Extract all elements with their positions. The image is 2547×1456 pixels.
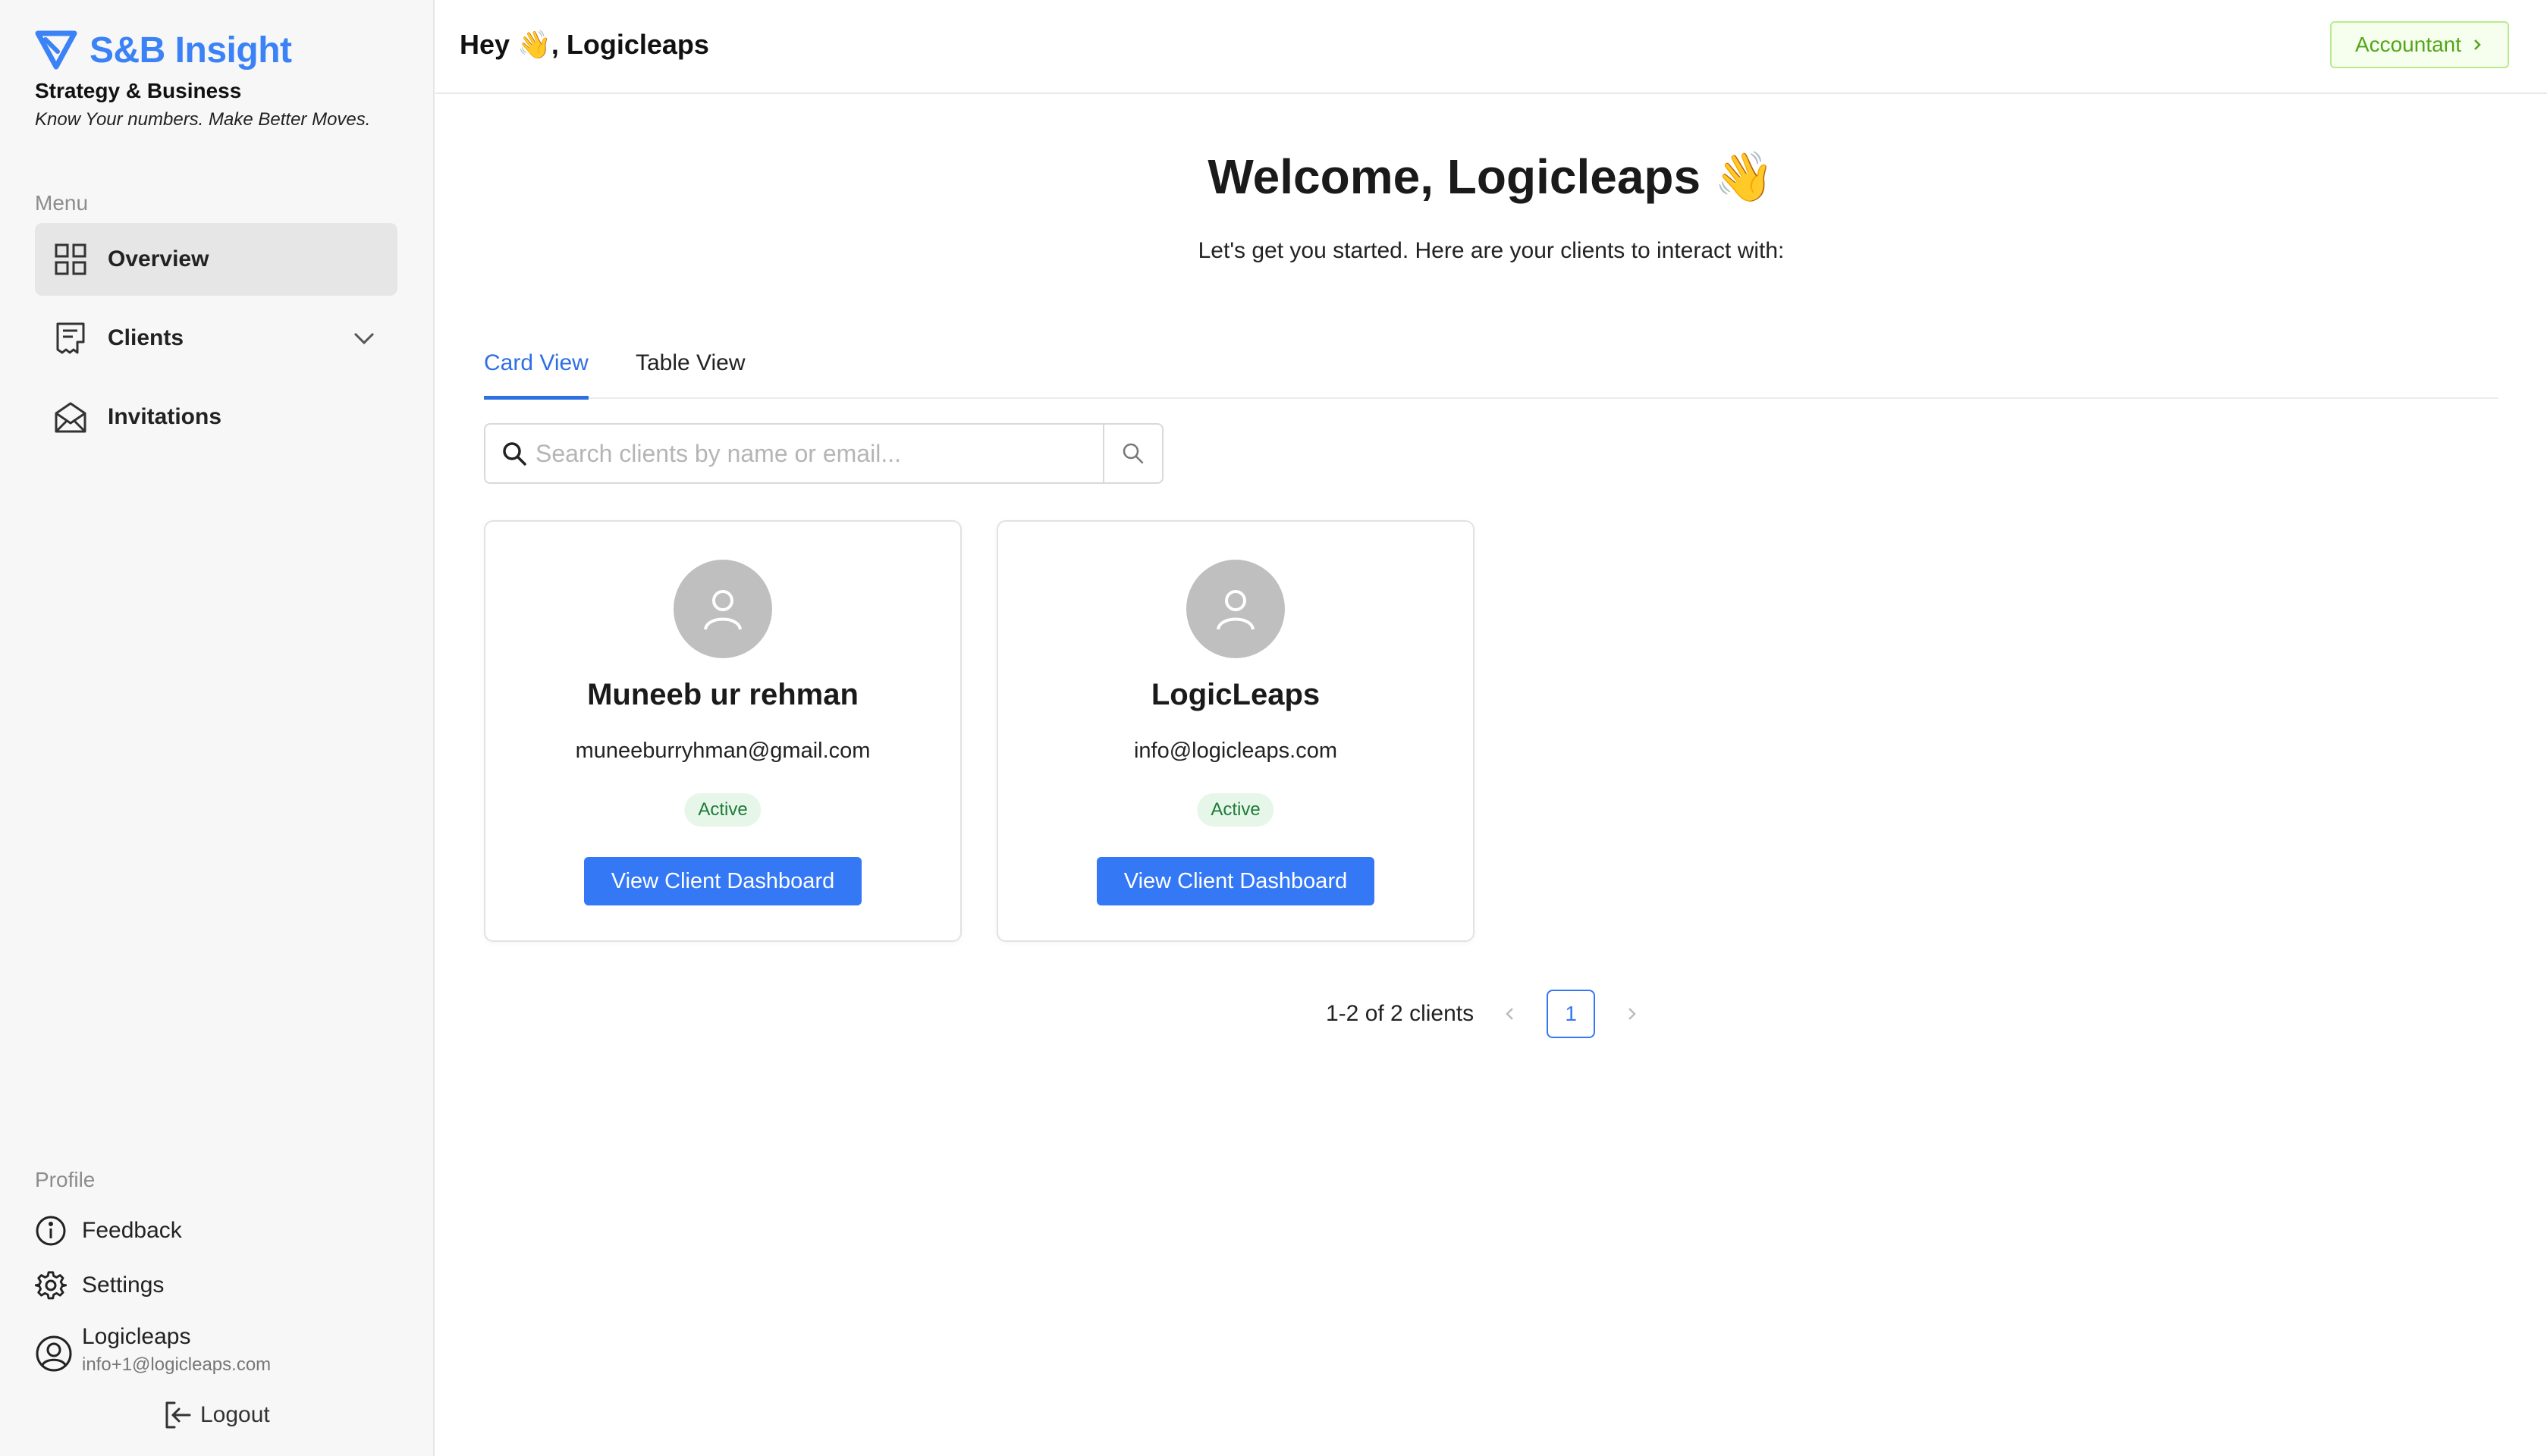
app-root: S&B Insight Strategy & Business Know You…	[0, 0, 2547, 1456]
page-number-button[interactable]: 1	[1547, 990, 1596, 1038]
tab-table-view[interactable]: Table View	[636, 350, 746, 396]
grid-icon	[55, 243, 86, 275]
info-circle-icon	[36, 1216, 66, 1246]
sidebar: S&B Insight Strategy & Business Know You…	[0, 0, 435, 1456]
top-header: Hey 👋, Logicleaps Accountant	[435, 0, 2547, 94]
role-button-label: Accountant	[2354, 33, 2462, 56]
user-info: Logicleaps info+1@logicleaps.com	[82, 1324, 271, 1376]
tab-card-view[interactable]: Card View	[484, 350, 589, 400]
sidebar-item-feedback[interactable]: Feedback	[35, 1215, 182, 1247]
search-button[interactable]	[1103, 425, 1162, 482]
receipt-icon	[56, 322, 85, 354]
chevron-down-icon[interactable]	[352, 328, 376, 349]
client-search	[484, 423, 1164, 484]
client-email: muneeburryhman@gmail.com	[575, 739, 871, 763]
sidebar-item-label: Settings	[82, 1272, 165, 1298]
status-badge: Active	[1197, 793, 1274, 827]
role-switch-button[interactable]: Accountant	[2330, 21, 2509, 68]
pagination: 1-2 of 2 clients 1	[1326, 990, 1641, 1038]
brand-name: S&B Insight	[90, 30, 292, 71]
header-greeting: Hey 👋, Logicleaps	[460, 29, 709, 60]
view-client-dashboard-button[interactable]: View Client Dashboard	[584, 857, 862, 905]
logout-label: Logout	[200, 1402, 270, 1427]
user-icon	[704, 590, 742, 630]
profile-section-label: Profile	[35, 1168, 96, 1191]
search-icon	[503, 442, 526, 466]
sidebar-item-label: Invitations	[108, 404, 222, 429]
user-circle-icon	[36, 1335, 72, 1372]
client-card: Muneeb ur rehman muneeburryhman@gmail.co…	[484, 520, 962, 942]
page-subtitle: Let's get you started. Here are your cli…	[1198, 238, 1785, 263]
client-card: LogicLeaps info@logicleaps.com Active Vi…	[997, 520, 1474, 942]
gear-icon	[35, 1271, 67, 1300]
page-title: Welcome, Logicleaps 👋	[1208, 149, 1775, 204]
brand-subtitle: Strategy & Business	[35, 79, 242, 102]
user-icon	[1217, 590, 1255, 630]
sidebar-item-clients[interactable]: Clients	[35, 302, 397, 375]
chevron-right-icon	[2474, 39, 2481, 50]
avatar	[674, 560, 772, 658]
menu-section-label: Menu	[35, 191, 89, 215]
envelope-open-icon	[55, 402, 86, 433]
sidebar-item-invitations[interactable]: Invitations	[35, 381, 397, 453]
sidebar-item-label: Overview	[108, 246, 209, 271]
user-name: Logicleaps	[82, 1324, 191, 1349]
chevron-right-icon[interactable]	[1622, 1005, 1641, 1023]
avatar	[1186, 560, 1285, 658]
brand[interactable]: S&B Insight	[35, 29, 292, 71]
chevron-left-icon[interactable]	[1501, 1005, 1519, 1023]
sidebar-item-settings[interactable]: Settings	[35, 1269, 164, 1301]
view-client-dashboard-button[interactable]: View Client Dashboard	[1097, 857, 1374, 905]
user-profile[interactable]: Logicleaps info+1@logicleaps.com	[35, 1324, 271, 1376]
search-input[interactable]	[535, 425, 1103, 482]
sidebar-item-overview[interactable]: Overview	[35, 223, 397, 296]
user-email: info+1@logicleaps.com	[82, 1354, 272, 1375]
sidebar-item-label: Clients	[108, 325, 184, 350]
client-name: LogicLeaps	[1151, 678, 1321, 711]
view-tabs: Card View Table View	[484, 334, 2498, 400]
pagination-summary: 1-2 of 2 clients	[1326, 1001, 1474, 1026]
status-badge: Active	[684, 793, 762, 827]
logout-button[interactable]: Logout	[162, 1400, 270, 1430]
search-icon	[1123, 443, 1144, 464]
brand-tagline: Know Your numbers. Make Better Moves.	[35, 109, 371, 130]
sidebar-item-label: Feedback	[82, 1218, 182, 1243]
logout-icon	[165, 1401, 191, 1429]
client-email: info@logicleaps.com	[1133, 739, 1337, 763]
client-name: Muneeb ur rehman	[587, 678, 859, 711]
brand-logo-icon	[35, 30, 77, 70]
